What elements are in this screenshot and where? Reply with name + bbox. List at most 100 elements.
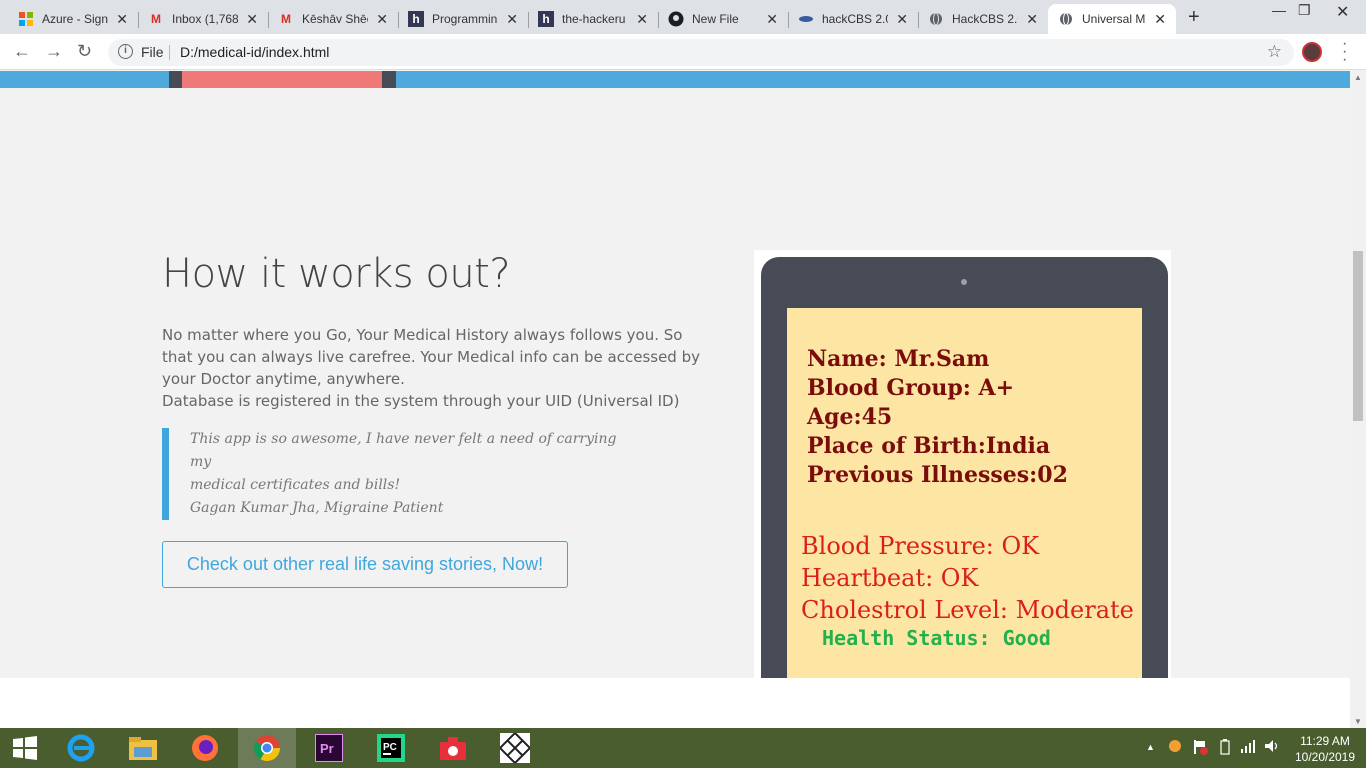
address-bar[interactable]: i File D:/medical-id/index.html ☆	[108, 39, 1294, 66]
quote-line: medical certificates and bills!	[190, 477, 401, 493]
info-icon[interactable]: i	[118, 44, 133, 59]
battery-icon[interactable]	[1220, 739, 1230, 758]
github-icon	[668, 11, 684, 27]
tab-title: Programmin	[432, 12, 498, 26]
tab-title: Kēshāv Shēē	[302, 12, 369, 26]
clock-time: 11:29 AM	[1300, 734, 1350, 748]
scroll-up-arrow-icon[interactable]: ▲	[1354, 73, 1362, 82]
bookmark-star-icon[interactable]: ☆	[1267, 42, 1282, 62]
tab-hackcbs[interactable]: hackCBS 2.0 ✕	[788, 4, 918, 34]
band-accent-dark	[169, 71, 182, 88]
paragraph-line: Database is registered in the system thr…	[162, 392, 680, 410]
page-viewport: How it works out? No matter where you Go…	[0, 71, 1350, 678]
scheme-label: File	[141, 44, 164, 60]
show-hidden-icons-chevron-icon[interactable]: ▲	[1146, 742, 1155, 752]
camera-dot	[961, 279, 967, 285]
gmail-icon: M	[281, 12, 291, 26]
quote-line: This app is so awesome, I have never fel…	[190, 431, 617, 470]
menu-dots-icon[interactable]: · · ·	[1342, 36, 1347, 68]
svg-text:PC: PC	[383, 742, 397, 753]
scroll-down-arrow-icon[interactable]: ▼	[1354, 717, 1362, 726]
tab-title: hackCBS 2.0	[822, 12, 889, 26]
testimonial-quote: This app is so awesome, I have never fel…	[162, 428, 642, 520]
device-panel: Name: Mr.Sam Blood Group: A+ Age:45 Plac…	[754, 250, 1171, 678]
signal-icon[interactable]	[1240, 739, 1256, 756]
globe-icon	[928, 11, 944, 27]
close-icon[interactable]: ✕	[636, 11, 648, 28]
section-heading: How it works out?	[162, 251, 511, 297]
pattern-app-icon[interactable]	[498, 732, 532, 764]
profile-avatar[interactable]	[1302, 42, 1322, 62]
patient-blood-group: Blood Group: A+	[807, 375, 1015, 401]
browser-toolbar: ← → ↻ i File D:/medical-id/index.html ☆	[0, 34, 1366, 70]
patient-name: Name: Mr.Sam	[807, 346, 990, 372]
close-icon[interactable]: ✕	[506, 11, 518, 28]
close-icon[interactable]: ✕	[246, 11, 258, 28]
file-explorer-icon[interactable]	[126, 732, 160, 764]
patient-birthplace: Place of Birth:India	[807, 433, 1051, 459]
patient-illnesses: Previous Illnesses:02	[807, 462, 1068, 488]
cholesterol-level: Cholestrol Level: Moderate	[801, 596, 1134, 624]
weather-tray-icon[interactable]	[1168, 739, 1182, 756]
new-tab-button[interactable]: +	[1188, 6, 1200, 29]
tab-hackcbs-site[interactable]: HackCBS 2.0 ✕	[918, 4, 1048, 34]
page-scrollbar[interactable]: ▲ ▼	[1350, 71, 1366, 728]
premiere-icon[interactable]: Pr	[312, 732, 346, 764]
scroll-thumb[interactable]	[1353, 251, 1363, 421]
heartbeat: Heartbeat: OK	[801, 564, 979, 592]
flag-tray-icon[interactable]	[1192, 739, 1208, 758]
tab-title: Inbox (1,768	[172, 12, 239, 26]
firefox-icon[interactable]	[188, 732, 222, 764]
restore-icon[interactable]: ❐	[1298, 2, 1311, 19]
tab-gmail-inbox[interactable]: M Inbox (1,768 ✕	[138, 4, 268, 34]
chrome-icon[interactable]	[250, 732, 284, 764]
windows-start-icon[interactable]	[8, 732, 42, 764]
hackcbs-icon	[798, 11, 814, 27]
tab-azure[interactable]: Azure - Sign ✕	[8, 4, 138, 34]
volume-icon[interactable]	[1264, 739, 1280, 756]
patient-info: Name: Mr.Sam Blood Group: A+ Age:45 Plac…	[807, 345, 1068, 490]
pycharm-icon[interactable]: PC	[374, 732, 408, 764]
tablet-mockup: Name: Mr.Sam Blood Group: A+ Age:45 Plac…	[761, 257, 1168, 678]
close-icon[interactable]: ✕	[116, 11, 128, 28]
blood-pressure: Blood Pressure: OK	[801, 532, 1040, 560]
description-paragraph: No matter where you Go, Your Medical His…	[162, 324, 700, 412]
microsoft-icon	[18, 11, 34, 27]
close-icon[interactable]: ✕	[896, 11, 908, 28]
forward-arrow-icon[interactable]: →	[45, 41, 63, 62]
back-arrow-icon[interactable]: ←	[13, 41, 31, 62]
tablet-screen: Name: Mr.Sam Blood Group: A+ Age:45 Plac…	[787, 308, 1142, 678]
hackerearth-icon: h	[408, 11, 424, 27]
paragraph-line: that you can always live carefree. Your …	[162, 348, 700, 366]
windows-taskbar: Pr PC ▲ 11:29 AM 10/20/2019	[0, 728, 1366, 768]
quote-author: Gagan Kumar Jha, Migraine Patient	[190, 500, 444, 516]
window-close-icon[interactable]: ✕	[1336, 2, 1349, 22]
browser-tab-strip: Azure - Sign ✕ M Inbox (1,768 ✕ M Kēshāv…	[0, 0, 1366, 34]
system-clock[interactable]: 11:29 AM 10/20/2019	[1290, 733, 1360, 765]
camera-app-icon[interactable]	[436, 732, 470, 764]
stories-cta-button[interactable]: Check out other real life saving stories…	[162, 541, 568, 588]
tab-hackerearth[interactable]: h the-hackeru ✕	[528, 4, 658, 34]
tab-gmail-keshav[interactable]: M Kēshāv Shēē ✕	[268, 4, 398, 34]
tab-github-new-file[interactable]: New File ✕	[658, 4, 788, 34]
band-accent-dark	[382, 71, 396, 88]
tab-title: HackCBS 2.0	[952, 12, 1019, 26]
minimize-icon[interactable]: —	[1272, 2, 1286, 18]
paragraph-line: No matter where you Go, Your Medical His…	[162, 326, 683, 344]
tab-universal-medical[interactable]: Universal M ✕	[1048, 4, 1176, 34]
url-text[interactable]: D:/medical-id/index.html	[180, 44, 329, 60]
close-icon[interactable]: ✕	[1026, 11, 1038, 28]
patient-age: Age:45	[807, 404, 893, 430]
page-footer-strip	[0, 678, 1350, 728]
close-icon[interactable]: ✕	[376, 11, 388, 28]
gmail-icon: M	[151, 12, 161, 26]
health-status: Health Status: Good	[822, 626, 1051, 650]
tab-title: Universal M	[1082, 12, 1146, 26]
reload-icon[interactable]: ↻	[77, 41, 92, 62]
internet-explorer-icon[interactable]	[64, 732, 98, 764]
tab-programming[interactable]: h Programmin ✕	[398, 4, 528, 34]
clock-date: 10/20/2019	[1294, 750, 1356, 764]
close-icon[interactable]: ✕	[1154, 11, 1166, 28]
close-icon[interactable]: ✕	[766, 11, 778, 28]
divider	[169, 45, 170, 60]
